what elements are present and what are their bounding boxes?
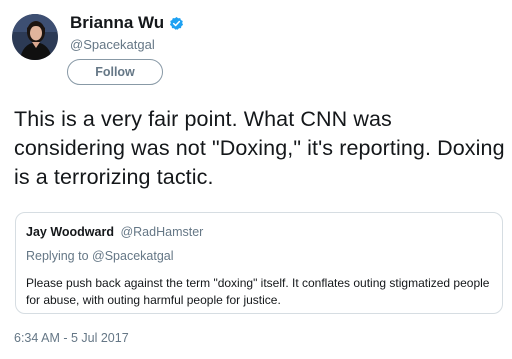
verified-badge-icon xyxy=(169,16,184,31)
quoted-author-handle: @RadHamster xyxy=(120,225,204,239)
tweet-card: Brianna Wu @Spacekatgal Follow This is a… xyxy=(0,0,512,359)
author-name-text: Brianna Wu xyxy=(70,13,165,32)
tweet-text: This is a very fair point. What CNN was … xyxy=(14,107,505,189)
replying-to-handle-link[interactable]: @Spacekatgal xyxy=(92,249,174,263)
replying-to-line: Replying to @Spacekatgal xyxy=(26,249,174,263)
avatar-photo xyxy=(12,14,58,60)
quoted-tweet[interactable]: Jay Woodward @RadHamster Replying to @Sp… xyxy=(15,212,503,314)
avatar[interactable] xyxy=(12,14,58,60)
quoted-tweet-text: Please push back against the term "doxin… xyxy=(26,276,490,307)
quoted-author-name: Jay Woodward xyxy=(26,225,114,239)
author-display-name[interactable]: Brianna Wu xyxy=(70,13,184,33)
author-handle[interactable]: @Spacekatgal xyxy=(70,37,155,52)
quoted-tweet-header: Jay Woodward @RadHamster xyxy=(26,225,203,239)
tweet-timestamp[interactable]: 6:34 AM - 5 Jul 2017 xyxy=(14,331,129,345)
follow-button[interactable]: Follow xyxy=(67,59,163,85)
replying-to-prefix: Replying to xyxy=(26,249,93,263)
